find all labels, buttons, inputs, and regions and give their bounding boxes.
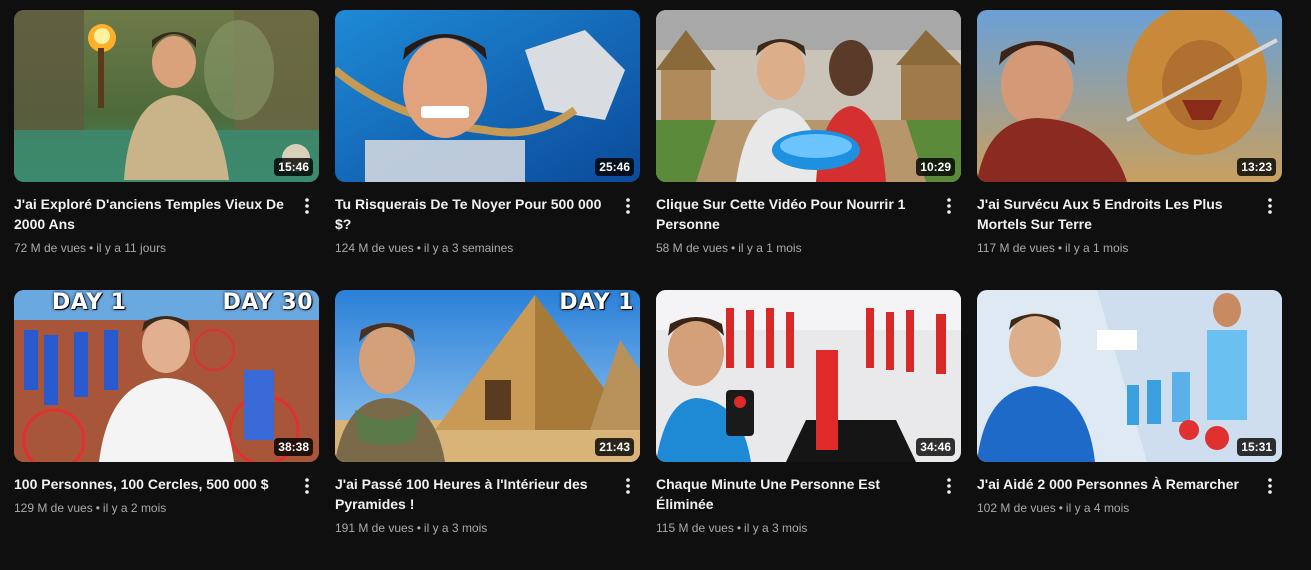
- vertical-dots-icon: [305, 478, 309, 494]
- upload-age: il y a 2 mois: [102, 501, 167, 515]
- video-stats: 102 M de vues • il y a 4 mois: [977, 500, 1252, 516]
- view-count: 117 M de vues: [977, 241, 1055, 255]
- video-thumbnail[interactable]: 15:31: [977, 290, 1282, 462]
- video-title[interactable]: J'ai Aidé 2 000 Personnes À Remarcher: [977, 474, 1252, 494]
- video-title[interactable]: Clique Sur Cette Vidéo Pour Nourrir 1 Pe…: [656, 194, 931, 234]
- video-meta: J'ai Exploré D'anciens Temples Vieux De …: [14, 182, 319, 256]
- video-card[interactable]: DAY 1 DAY 30 38:38 100 Personnes, 100 Ce…: [14, 290, 319, 570]
- video-card[interactable]: DAY 1 21:43 J'ai Passé 100 Heures à l'In…: [335, 290, 640, 570]
- separator: •: [736, 521, 742, 535]
- video-thumbnail[interactable]: 13:23: [977, 10, 1282, 182]
- video-meta: J'ai Survécu Aux 5 Endroits Les Plus Mor…: [977, 182, 1282, 256]
- upload-age: il y a 1 mois: [738, 241, 802, 255]
- video-title[interactable]: J'ai Passé 100 Heures à l'Intérieur des …: [335, 474, 610, 514]
- video-card[interactable]: 25:46 Tu Risquerais De Te Noyer Pour 500…: [335, 10, 640, 290]
- upload-age: il y a 3 semaines: [423, 241, 514, 255]
- video-stats: 58 M de vues • il y a 1 mois: [656, 240, 931, 256]
- video-stats: 124 M de vues • il y a 3 semaines: [335, 240, 610, 256]
- video-grid: 15:46 J'ai Exploré D'anciens Temples Vie…: [14, 10, 1304, 570]
- video-duration: 13:23: [1237, 158, 1276, 176]
- video-thumbnail[interactable]: 15:46: [14, 10, 319, 182]
- thumbnail-overlay-text: DAY 30: [222, 290, 313, 315]
- video-card[interactable]: 34:46 Chaque Minute Une Personne Est Éli…: [656, 290, 961, 570]
- separator: •: [95, 501, 100, 515]
- view-count: 191 M de vues: [335, 521, 414, 535]
- separator: •: [416, 521, 421, 535]
- video-meta: 100 Personnes, 100 Cercles, 500 000 $ 12…: [14, 462, 319, 516]
- video-title[interactable]: Chaque Minute Une Personne Est Éliminée: [656, 474, 931, 514]
- vertical-dots-icon: [305, 198, 309, 214]
- thumbnail-overlay-text: DAY 1: [559, 290, 634, 315]
- vertical-dots-icon: [626, 198, 630, 214]
- more-actions-button[interactable]: [295, 474, 319, 498]
- more-actions-button[interactable]: [295, 194, 319, 218]
- video-duration: 25:46: [595, 158, 634, 176]
- video-title[interactable]: J'ai Exploré D'anciens Temples Vieux De …: [14, 194, 289, 234]
- more-actions-button[interactable]: [1258, 474, 1282, 498]
- video-duration: 10:29: [916, 158, 955, 176]
- video-stats: 117 M de vues • il y a 1 mois: [977, 240, 1252, 256]
- view-count: 102 M de vues: [977, 501, 1056, 515]
- video-title[interactable]: J'ai Survécu Aux 5 Endroits Les Plus Mor…: [977, 194, 1252, 234]
- video-meta: Tu Risquerais De Te Noyer Pour 500 000 $…: [335, 182, 640, 256]
- more-actions-button[interactable]: [937, 194, 961, 218]
- video-thumbnail[interactable]: 25:46: [335, 10, 640, 182]
- video-meta: J'ai Aidé 2 000 Personnes À Remarcher 10…: [977, 462, 1282, 516]
- video-card[interactable]: 10:29 Clique Sur Cette Vidéo Pour Nourri…: [656, 10, 961, 290]
- vertical-dots-icon: [626, 478, 630, 494]
- more-actions-button[interactable]: [616, 194, 640, 218]
- separator: •: [89, 241, 94, 255]
- more-actions-button[interactable]: [937, 474, 961, 498]
- video-meta: Chaque Minute Une Personne Est Éliminée …: [656, 462, 961, 536]
- video-duration: 38:38: [274, 438, 313, 456]
- video-thumbnail[interactable]: 34:46: [656, 290, 961, 462]
- vertical-dots-icon: [1268, 478, 1272, 494]
- upload-age: il y a 1 mois: [1065, 241, 1129, 255]
- view-count: 124 M de vues: [335, 241, 414, 255]
- video-duration: 21:43: [595, 438, 634, 456]
- upload-age: il y a 4 mois: [1065, 501, 1130, 515]
- video-stats: 191 M de vues • il y a 3 mois: [335, 520, 610, 536]
- view-count: 58 M de vues: [656, 241, 729, 255]
- video-stats: 115 M de vues • il y a 3 mois: [656, 520, 931, 536]
- video-title[interactable]: 100 Personnes, 100 Cercles, 500 000 $: [14, 474, 289, 494]
- separator: •: [1057, 241, 1063, 255]
- separator: •: [731, 241, 736, 255]
- video-meta: J'ai Passé 100 Heures à l'Intérieur des …: [335, 462, 640, 536]
- video-thumbnail[interactable]: 10:29: [656, 10, 961, 182]
- video-card[interactable]: 13:23 J'ai Survécu Aux 5 Endroits Les Pl…: [977, 10, 1282, 290]
- video-title[interactable]: Tu Risquerais De Te Noyer Pour 500 000 $…: [335, 194, 610, 234]
- video-thumbnail[interactable]: DAY 1 DAY 30 38:38: [14, 290, 319, 462]
- more-actions-button[interactable]: [1258, 194, 1282, 218]
- upload-age: il y a 3 mois: [744, 521, 808, 535]
- view-count: 115 M de vues: [656, 521, 734, 535]
- separator: •: [1058, 501, 1063, 515]
- video-card[interactable]: 15:31 J'ai Aidé 2 000 Personnes À Remarc…: [977, 290, 1282, 570]
- view-count: 72 M de vues: [14, 241, 87, 255]
- vertical-dots-icon: [947, 478, 951, 494]
- video-duration: 15:31: [1237, 438, 1276, 456]
- video-duration: 15:46: [274, 158, 313, 176]
- vertical-dots-icon: [1268, 198, 1272, 214]
- more-actions-button[interactable]: [616, 474, 640, 498]
- upload-age: il y a 3 mois: [423, 521, 488, 535]
- video-card[interactable]: 15:46 J'ai Exploré D'anciens Temples Vie…: [14, 10, 319, 290]
- video-thumbnail[interactable]: DAY 1 21:43: [335, 290, 640, 462]
- upload-age: il y a 11 jours: [96, 241, 167, 255]
- video-stats: 72 M de vues • il y a 11 jours: [14, 240, 289, 256]
- vertical-dots-icon: [947, 198, 951, 214]
- separator: •: [416, 241, 421, 255]
- video-duration: 34:46: [916, 438, 955, 456]
- video-meta: Clique Sur Cette Vidéo Pour Nourrir 1 Pe…: [656, 182, 961, 256]
- thumbnail-overlay-text: DAY 1: [52, 290, 127, 315]
- view-count: 129 M de vues: [14, 501, 93, 515]
- video-stats: 129 M de vues • il y a 2 mois: [14, 500, 289, 516]
